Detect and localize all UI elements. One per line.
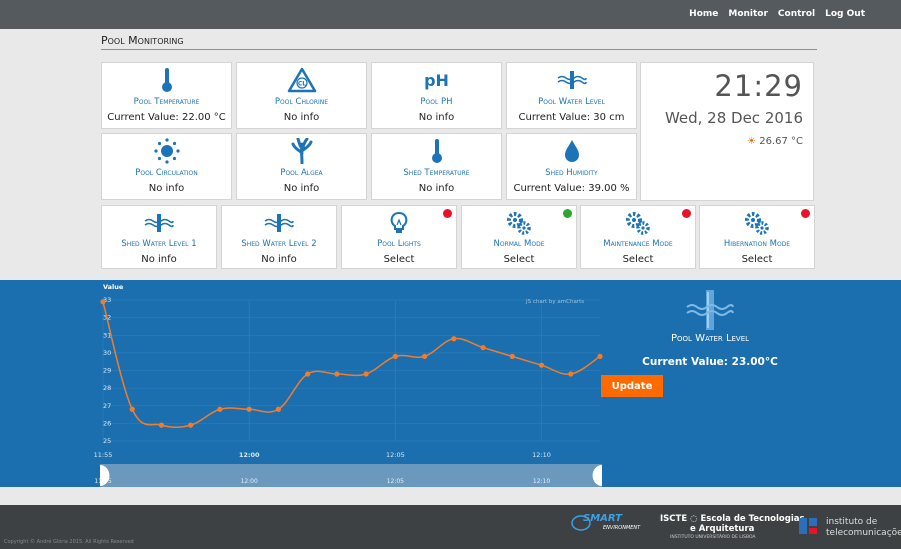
smart-logo-text: SMART [583, 513, 622, 524]
tile-pool-ph[interactable]: pH Pool PH No info [371, 62, 502, 129]
outside-temperature: ☀ 26.67 °C [747, 136, 803, 147]
tile-label: Normal Mode [493, 239, 545, 249]
tile-label: Pool Lights [377, 239, 421, 249]
tile-value: Current Value: 22.00 °C [107, 112, 226, 123]
clock-time: 21:29 [714, 69, 803, 103]
top-nav-bar: Home Monitor Control Log Out [0, 0, 901, 29]
smart-logo-subtext: ENVIRONMENT [603, 525, 641, 531]
copyright-text: Copyright © André Glória 2015. All Right… [4, 539, 134, 545]
tile-pool-lights[interactable]: Pool Lights Select [341, 205, 457, 269]
tile-shed-temperature[interactable]: Shed Temperature No info [371, 133, 502, 200]
footer-spacer [0, 487, 901, 505]
it-logo-line2: telecomunicações [826, 528, 901, 538]
water-level-icon [102, 210, 216, 236]
tile-label: Pool Chlorine [274, 97, 329, 107]
outside-temperature-value: 26.67 °C [759, 136, 803, 147]
iscte-logo-line1: ISCTE ◌ Escola de Tecnologias [660, 514, 805, 524]
tile-label: Pool Circulation [135, 168, 198, 178]
page-title: Pool Monitoring [101, 34, 817, 50]
tile-value: No info [418, 183, 455, 194]
tile-pool-water-level[interactable]: Pool Water Level Current Value: 30 cm [506, 62, 637, 129]
tile-value: Current Value: 30 cm [518, 112, 625, 123]
footer: Copyright © André Glória 2015. All Right… [0, 505, 901, 549]
water-level-icon [507, 67, 636, 93]
tile-value: Select [741, 254, 773, 265]
tile-value: Select [622, 254, 654, 265]
tile-label: Hibernation Mode [723, 239, 791, 249]
tile-shed-water-level-1[interactable]: Shed Water Level 1 No info [101, 205, 217, 269]
tile-value: No info [261, 254, 297, 265]
tile-value: No info [141, 254, 177, 265]
lightbulb-icon [342, 210, 456, 236]
detail-sensor-name: Pool Water Level [670, 333, 750, 344]
thermometer-icon [372, 138, 501, 164]
gears-icon [581, 210, 695, 236]
nav-links: Home Monitor Control Log Out [689, 9, 865, 19]
tile-shed-humidity[interactable]: Shed Humidity Current Value: 39.00 % [506, 133, 637, 200]
clock-panel: 21:29 Wed, 28 Dec 2016 ☀ 26.67 °C [640, 62, 814, 201]
tile-value: Select [503, 254, 535, 265]
tile-value: Current Value: 39.00 % [513, 183, 630, 194]
it-logo-icon [799, 518, 817, 534]
gears-icon [700, 210, 814, 236]
chlorine-icon: CL [237, 67, 366, 93]
tile-pool-chlorine[interactable]: CL Pool Chlorine No info [236, 62, 367, 129]
gears-icon [462, 210, 576, 236]
tile-label: Shed Temperature [403, 168, 470, 178]
nav-monitor-link[interactable]: Monitor [728, 9, 768, 19]
sun-icon: ☀ [747, 136, 757, 147]
tile-label: Shed Humidity [545, 168, 598, 178]
ph-icon: pH [372, 67, 501, 93]
tile-label: Shed Water Level 2 [241, 239, 317, 249]
chart-panel [0, 280, 901, 487]
tile-label: Pool Temperature [133, 97, 200, 107]
svg-text:CL: CL [297, 81, 305, 88]
iscte-logo-line2: e Arquitetura [690, 524, 755, 534]
nav-logout-link[interactable]: Log Out [825, 9, 865, 19]
tile-value: Select [383, 254, 415, 265]
update-button[interactable]: Update [601, 375, 663, 397]
droplet-icon [507, 138, 636, 164]
tile-normal-mode[interactable]: Normal Mode Select [461, 205, 577, 269]
tile-label: Pool Water Level [538, 97, 605, 107]
tile-label: Pool PH [420, 97, 453, 107]
circulation-icon [102, 138, 231, 164]
clock-date: Wed, 28 Dec 2016 [664, 109, 803, 127]
water-level-icon [222, 210, 336, 236]
tile-shed-water-level-2[interactable]: Shed Water Level 2 No info [221, 205, 337, 269]
tile-value: No info [283, 183, 320, 194]
tile-label: Maintenance Mode [603, 239, 673, 249]
algae-icon [237, 138, 366, 164]
tile-pool-temperature[interactable]: Pool Temperature Current Value: 22.00 °C [101, 62, 232, 129]
tile-value: No info [418, 112, 455, 123]
tile-label: Shed Water Level 1 [121, 239, 197, 249]
thermometer-icon [102, 67, 231, 93]
tile-maintenance-mode[interactable]: Maintenance Mode Select [580, 205, 696, 269]
nav-home-link[interactable]: Home [689, 9, 718, 19]
water-level-icon [685, 289, 735, 331]
it-logo-line1: instituto de [826, 517, 878, 527]
ph-icon-text: pH [424, 70, 449, 90]
tile-value: No info [283, 112, 320, 123]
tile-label: Pool Algea [280, 168, 323, 178]
iscte-logo-line3: INSTITUTO UNIVERSITÁRIO DE LISBOA [670, 535, 756, 540]
tile-pool-algea[interactable]: Pool Algea No info [236, 133, 367, 200]
tile-value: No info [148, 183, 185, 194]
tile-hibernation-mode[interactable]: Hibernation Mode Select [699, 205, 815, 269]
detail-current-value: Current Value: 23.00°C [642, 356, 778, 368]
nav-control-link[interactable]: Control [778, 9, 815, 19]
tile-pool-circulation[interactable]: Pool Circulation No info [101, 133, 232, 200]
